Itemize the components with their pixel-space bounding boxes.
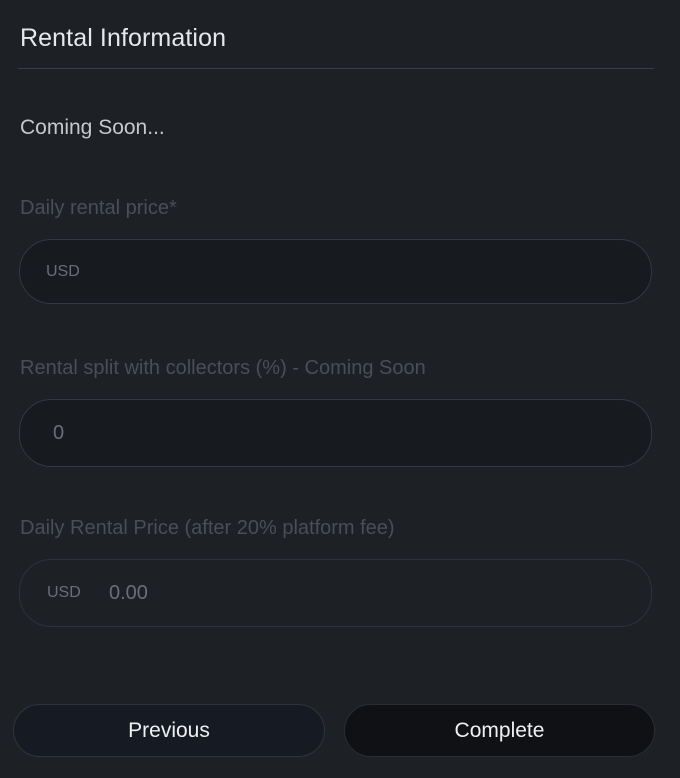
rental-split-input[interactable] <box>53 400 623 466</box>
rental-split-field[interactable] <box>19 399 652 467</box>
title-divider <box>18 68 654 69</box>
previous-button[interactable]: Previous <box>13 704 325 757</box>
daily-price-input[interactable] <box>46 240 626 303</box>
after-fee-value <box>109 560 609 626</box>
after-fee-unit: USD <box>47 584 81 601</box>
after-fee-field: USD <box>19 559 652 627</box>
complete-button[interactable]: Complete <box>344 704 655 757</box>
page-title: Rental Information <box>20 24 227 52</box>
coming-soon-notice: Coming Soon... <box>20 116 165 139</box>
daily-price-field[interactable] <box>19 239 652 304</box>
daily-price-label: Daily rental price* <box>20 197 177 219</box>
after-fee-label: Daily Rental Price (after 20% platform f… <box>20 517 395 539</box>
rental-split-label: Rental split with collectors (%) - Comin… <box>20 357 426 379</box>
rental-information-page: Rental Information Coming Soon... Daily … <box>0 0 680 778</box>
